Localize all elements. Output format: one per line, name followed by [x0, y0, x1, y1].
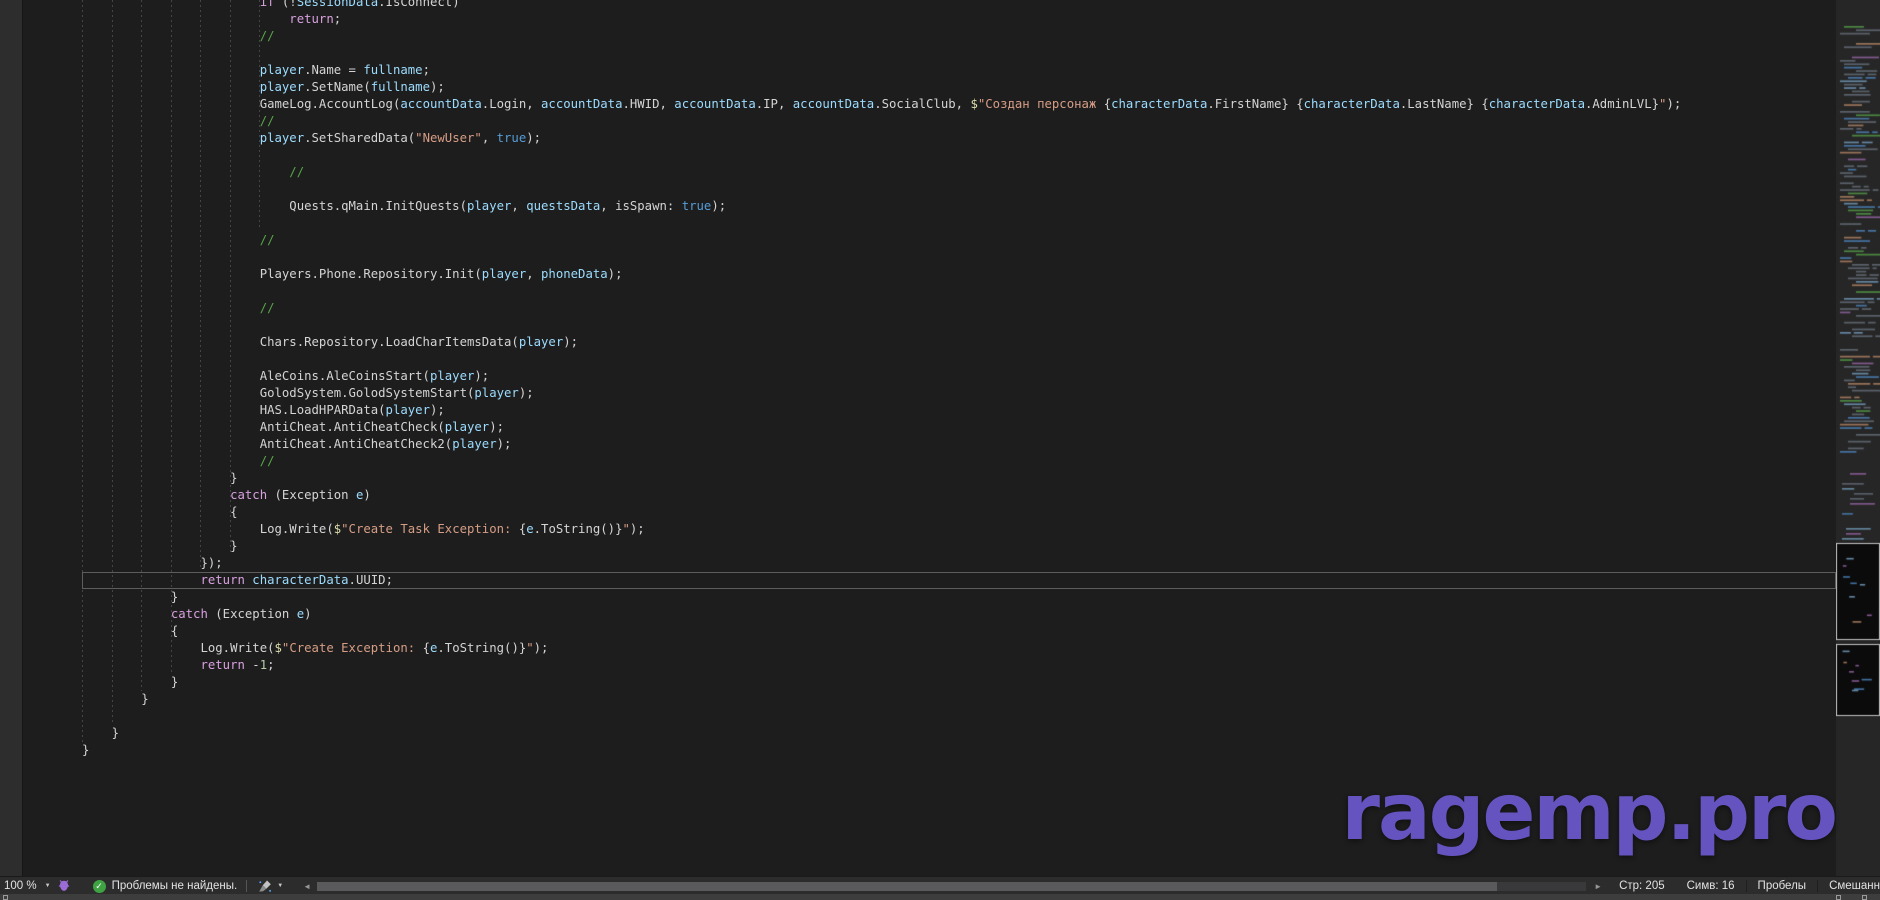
line-indicator-label: Стр: 205: [1619, 880, 1665, 892]
code-line[interactable]: Quests.qMain.InitQuests(player, questsDa…: [82, 198, 1836, 215]
scroll-right-icon[interactable]: ►: [1588, 882, 1608, 891]
code-line[interactable]: AleCoins.AleCoinsStart(player);: [82, 368, 1836, 385]
code-line[interactable]: [82, 249, 1836, 266]
code-cleanup-broom-icon[interactable]: [256, 878, 274, 894]
taskbar-fragment-icon: [1836, 895, 1841, 900]
zoom-level-value: 100 %: [4, 880, 37, 892]
spaces-indicator[interactable]: Пробелы: [1746, 880, 1818, 892]
code-line[interactable]: //: [82, 300, 1836, 317]
code-line[interactable]: [82, 351, 1836, 368]
code-line[interactable]: player.SetName(fullname);: [82, 79, 1836, 96]
code-line[interactable]: //: [82, 232, 1836, 249]
code-line[interactable]: });: [82, 555, 1836, 572]
code-line[interactable]: Chars.Repository.LoadCharItemsData(playe…: [82, 334, 1836, 351]
code-line[interactable]: }: [82, 691, 1836, 708]
code-line[interactable]: AntiCheat.AntiCheatCheck(player);: [82, 419, 1836, 436]
status-bar: 100 % ▼ ✓ Проблемы не найдены. ▼ ◄: [0, 876, 1880, 895]
check-circle-icon: ✓: [93, 880, 106, 893]
code-line[interactable]: {: [82, 623, 1836, 640]
minimap-viewport-box[interactable]: [1836, 644, 1880, 716]
code-line[interactable]: Players.Phone.Repository.Init(player, ph…: [82, 266, 1836, 283]
code-line[interactable]: }: [82, 742, 1836, 759]
status-divider: [246, 880, 247, 892]
code-line[interactable]: GolodSystem.GolodSystemStart(player);: [82, 385, 1836, 402]
scroll-left-icon[interactable]: ◄: [297, 882, 317, 891]
taskbar-fragment-icon: [1862, 895, 1867, 900]
line-endings-indicator-label: Смешанн: [1829, 880, 1880, 892]
taskbar-fragment-icon: [3, 895, 8, 900]
code-line[interactable]: {: [82, 504, 1836, 521]
minimap[interactable]: [1836, 0, 1880, 900]
line-indicator[interactable]: Стр: 205: [1608, 880, 1676, 892]
code-line[interactable]: return characterData.UUID;: [82, 572, 1836, 589]
problems-status[interactable]: Проблемы не найдены.: [112, 877, 238, 895]
minimap-viewport-box[interactable]: [1836, 543, 1880, 640]
code-line[interactable]: Log.Write($"Create Task Exception: {e.To…: [82, 521, 1836, 538]
vs-editor-window: if (!SessionData.IsConnect) return; // p…: [0, 0, 1880, 900]
code-line[interactable]: [82, 317, 1836, 334]
code-line[interactable]: if (!SessionData.IsConnect): [82, 0, 1836, 11]
line-endings-indicator[interactable]: Смешанн: [1817, 880, 1880, 892]
watermark: ragemp.pro: [1342, 774, 1836, 852]
code-line[interactable]: [82, 147, 1836, 164]
code-line[interactable]: player.SetSharedData("NewUser", true);: [82, 130, 1836, 147]
code-line[interactable]: //: [82, 453, 1836, 470]
code-line[interactable]: [82, 283, 1836, 300]
code-line[interactable]: return;: [82, 11, 1836, 28]
code-line[interactable]: [82, 215, 1836, 232]
code-line[interactable]: GameLog.AccountLog(accountData.Login, ac…: [82, 96, 1836, 113]
code-line[interactable]: HAS.LoadHPARData(player);: [82, 402, 1836, 419]
code-line[interactable]: }: [82, 538, 1836, 555]
code-line[interactable]: [82, 181, 1836, 198]
taskbar-sliver: [0, 894, 1880, 900]
problems-status-label: Проблемы не найдены.: [112, 880, 238, 892]
code-line[interactable]: //: [82, 113, 1836, 130]
code-line[interactable]: }: [82, 470, 1836, 487]
code-line[interactable]: //: [82, 28, 1836, 45]
cleanup-dropdown-caret-icon[interactable]: ▼: [277, 883, 283, 889]
code-line[interactable]: AntiCheat.AntiCheatCheck2(player);: [82, 436, 1836, 453]
code-line[interactable]: Log.Write($"Create Exception: {e.ToStrin…: [82, 640, 1836, 657]
code-line[interactable]: //: [82, 164, 1836, 181]
window-edge: [0, 0, 23, 876]
code-line[interactable]: [82, 45, 1836, 62]
extension-icon-glyph: [57, 879, 71, 893]
broom-icon-glyph: [257, 879, 273, 894]
status-right-group: Стр: 205 Симв: 16 Пробелы Смешанн: [1608, 877, 1880, 895]
zoom-dropdown-caret-icon[interactable]: ▼: [45, 883, 51, 889]
column-indicator-label: Симв: 16: [1687, 880, 1735, 892]
code-line[interactable]: player.Name = fullname;: [82, 62, 1836, 79]
code-line[interactable]: catch (Exception e): [82, 487, 1836, 504]
spaces-indicator-label: Пробелы: [1758, 880, 1807, 892]
code-line[interactable]: return -1;: [82, 657, 1836, 674]
code-line[interactable]: }: [82, 725, 1836, 742]
horizontal-scrollbar-thumb[interactable]: [317, 882, 1497, 891]
code-line[interactable]: [82, 708, 1836, 725]
column-indicator[interactable]: Симв: 16: [1676, 880, 1746, 892]
horizontal-scrollbar[interactable]: [317, 882, 1586, 891]
code-lines: if (!SessionData.IsConnect) return; // p…: [22, 0, 1836, 759]
code-line[interactable]: }: [82, 674, 1836, 691]
code-line[interactable]: catch (Exception e): [82, 606, 1836, 623]
code-line[interactable]: }: [82, 589, 1836, 606]
extension-icon[interactable]: [55, 878, 73, 894]
zoom-level-control[interactable]: 100 % ▼: [0, 877, 55, 895]
code-area[interactable]: if (!SessionData.IsConnect) return; // p…: [22, 0, 1836, 876]
